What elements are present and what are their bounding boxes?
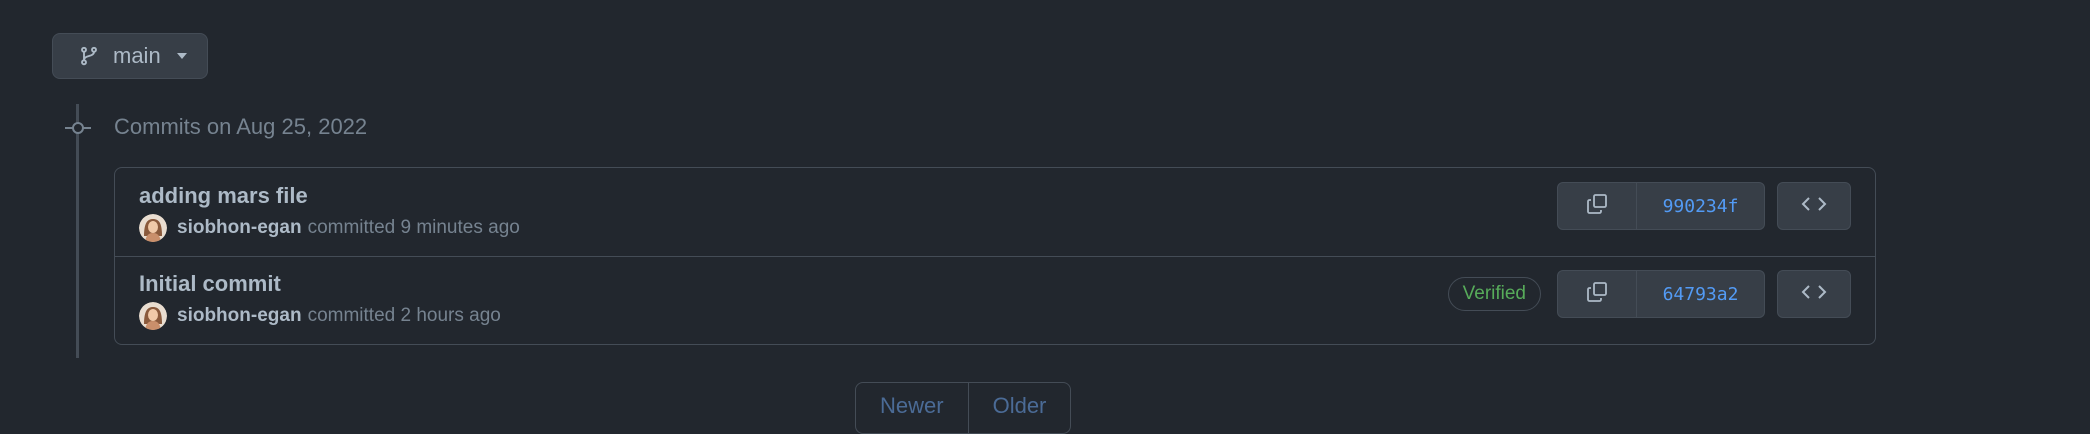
git-branch-icon: [79, 45, 99, 67]
commit-meta: siobhon-egan committed 9 minutes ago: [139, 214, 520, 242]
verified-badge[interactable]: Verified: [1447, 277, 1541, 311]
copy-sha-button[interactable]: [1557, 182, 1637, 230]
commit-row: adding mars file siobhon-egan committed …: [115, 168, 1875, 257]
commit-title-link[interactable]: adding mars file: [139, 183, 308, 209]
copy-sha-button[interactable]: [1557, 270, 1637, 318]
commit-sha-link[interactable]: 990234f: [1637, 182, 1765, 230]
commit-author-link[interactable]: siobhon-egan: [177, 217, 302, 239]
commit-actions: 990234f: [1557, 182, 1851, 230]
copy-icon: [1585, 192, 1609, 221]
avatar[interactable]: [139, 302, 167, 330]
commit-time: committed 2 hours ago: [307, 305, 501, 326]
browse-repo-button[interactable]: [1777, 182, 1851, 230]
commit-time: committed 9 minutes ago: [307, 217, 520, 238]
commit-author-link[interactable]: siobhon-egan: [177, 305, 302, 327]
triangle-down-icon: [175, 51, 189, 61]
sha-button-group: 64793a2: [1557, 270, 1765, 318]
commit-row: Initial commit siobhon-egan committed 2 …: [115, 256, 1875, 344]
browse-repo-button[interactable]: [1777, 270, 1851, 318]
pagination: Newer Older: [855, 382, 1072, 434]
older-button[interactable]: Older: [969, 383, 1071, 433]
branch-selector-button[interactable]: main: [52, 33, 208, 79]
commit-sha-link[interactable]: 64793a2: [1637, 270, 1765, 318]
code-icon: [1801, 283, 1827, 306]
commit-list: adding mars file siobhon-egan committed …: [114, 167, 1876, 345]
git-commit-icon: [65, 118, 91, 143]
commits-date-heading: Commits on Aug 25, 2022: [114, 114, 368, 139]
copy-icon: [1585, 280, 1609, 309]
commit-actions: Verified 64793a2: [1447, 270, 1851, 318]
code-icon: [1801, 195, 1827, 218]
commit-title-link[interactable]: Initial commit: [139, 271, 281, 297]
branch-name: main: [113, 43, 161, 68]
sha-button-group: 990234f: [1557, 182, 1765, 230]
avatar[interactable]: [139, 214, 167, 242]
commit-meta: siobhon-egan committed 2 hours ago: [139, 302, 501, 330]
newer-button[interactable]: Newer: [856, 383, 969, 433]
